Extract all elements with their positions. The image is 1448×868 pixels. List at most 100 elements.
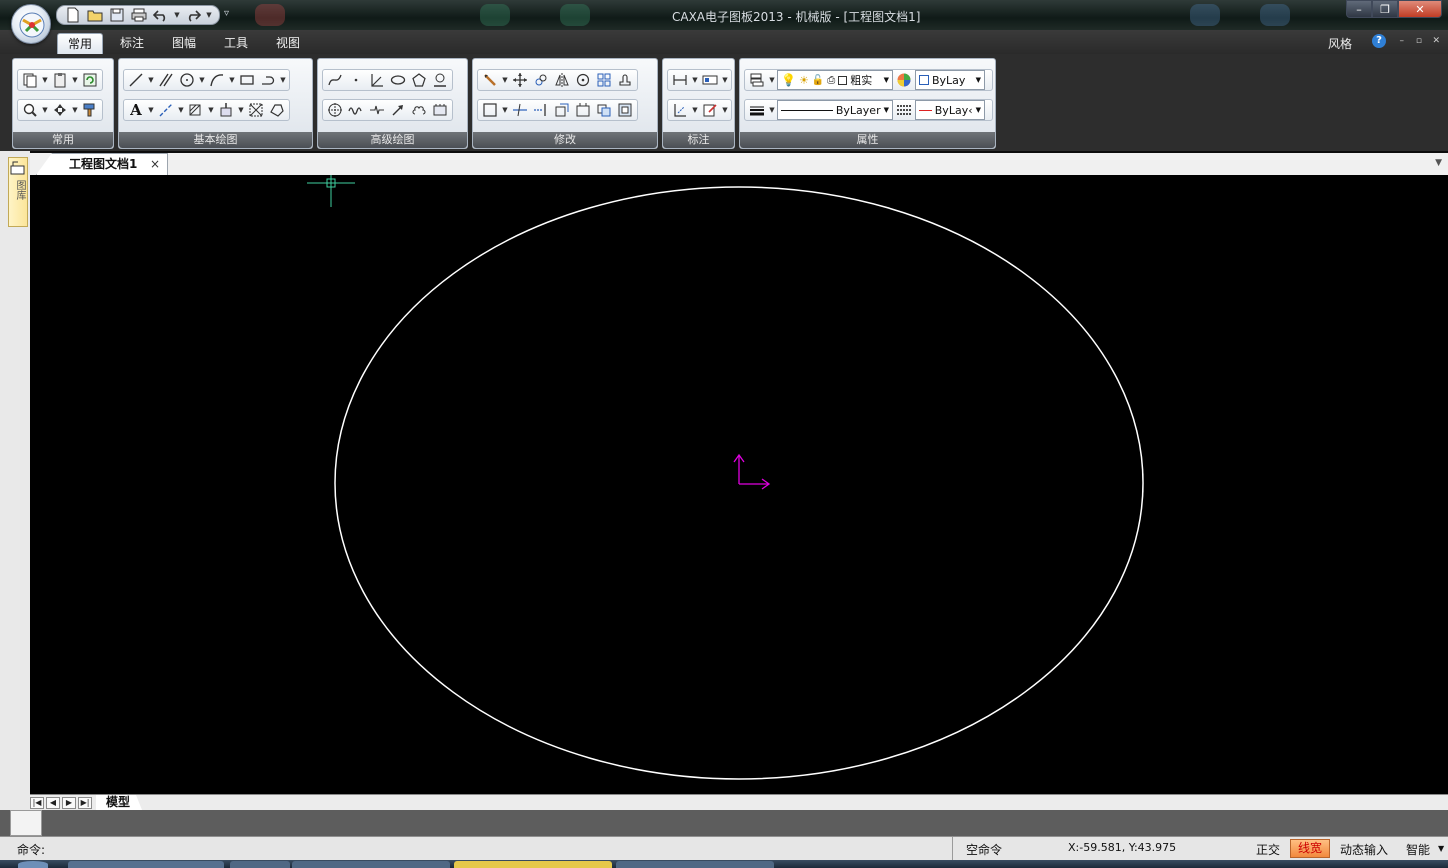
dropdown-arrow[interactable]: ▼ xyxy=(71,70,79,90)
taskbar-item[interactable] xyxy=(230,861,290,868)
start-button[interactable] xyxy=(18,861,48,868)
new-file-icon[interactable] xyxy=(63,6,83,24)
centerline-circle-icon[interactable] xyxy=(325,100,345,120)
dynamic-input-toggle[interactable]: 动态输入 xyxy=(1340,841,1388,858)
scale-icon[interactable] xyxy=(552,100,572,120)
format-painter-icon[interactable] xyxy=(80,100,100,120)
ribbon-minimize-button[interactable]: – xyxy=(1400,36,1405,46)
close-button[interactable]: ✕ xyxy=(1398,0,1442,18)
ortho-toggle[interactable]: 正交 xyxy=(1256,841,1280,858)
redo-icon[interactable] xyxy=(183,6,203,24)
spline-icon[interactable] xyxy=(325,70,345,90)
dropdown-arrow[interactable]: ▼ xyxy=(691,100,699,120)
offset-icon[interactable] xyxy=(594,100,614,120)
dropdown-arrow[interactable]: ▼ xyxy=(147,70,155,90)
pan-icon[interactable] xyxy=(50,100,70,120)
dropdown-arrow[interactable]: ▼ xyxy=(177,100,185,120)
hole-shaft-icon[interactable] xyxy=(430,70,450,90)
text-icon[interactable]: A xyxy=(126,100,146,120)
mirror-icon[interactable] xyxy=(552,70,572,90)
style-menu[interactable]: 风格 xyxy=(1328,35,1352,52)
customize-quick-access-icon[interactable]: ▿ xyxy=(224,8,229,19)
line-icon[interactable] xyxy=(126,70,146,90)
regenerate-icon[interactable] xyxy=(80,70,100,90)
tab-common[interactable]: 常用 xyxy=(57,33,104,54)
previous-layout-button[interactable]: ◀ xyxy=(46,797,60,809)
point-grid-icon[interactable] xyxy=(246,100,266,120)
polyline-icon[interactable] xyxy=(258,70,278,90)
taskbar-item-active[interactable] xyxy=(454,861,612,868)
dropdown-arrow[interactable]: ▼ xyxy=(279,70,287,90)
text-annotation-icon[interactable] xyxy=(700,70,720,90)
parallel-line-icon[interactable] xyxy=(156,70,176,90)
dropdown-arrow[interactable]: ▼ xyxy=(768,70,776,90)
arrow-icon[interactable] xyxy=(388,100,408,120)
dropdown-arrow[interactable]: ▼ xyxy=(501,70,509,90)
explode-icon[interactable] xyxy=(615,100,635,120)
command-prompt[interactable]: 命令: xyxy=(17,841,45,858)
stretch-icon[interactable] xyxy=(573,100,593,120)
color-wheel-icon[interactable] xyxy=(894,70,914,90)
extend-icon[interactable] xyxy=(531,100,551,120)
rotate-icon[interactable] xyxy=(573,70,593,90)
color-combo[interactable]: ByLay ▼ xyxy=(915,70,985,90)
next-layout-button[interactable]: ▶ xyxy=(62,797,76,809)
dropdown-arrow[interactable]: ▼ xyxy=(721,70,729,90)
snap-dropdown-arrow-icon[interactable]: ▼ xyxy=(1438,844,1444,853)
edit-dimension-icon[interactable] xyxy=(700,100,720,120)
model-tab[interactable]: 模型 xyxy=(96,795,142,810)
dropdown-arrow[interactable]: ▼ xyxy=(721,100,729,120)
block-insert-icon[interactable] xyxy=(216,100,236,120)
first-layout-button[interactable]: |◀ xyxy=(30,797,44,809)
polygon-icon[interactable] xyxy=(409,70,429,90)
lineweight-icon[interactable] xyxy=(747,100,767,120)
erase-icon[interactable] xyxy=(480,70,500,90)
application-menu-button[interactable] xyxy=(11,4,51,44)
dropdown-arrow[interactable]: ▼ xyxy=(501,100,509,120)
wave-line-icon[interactable] xyxy=(346,100,366,120)
ribbon-restore-button[interactable]: ▫ xyxy=(1416,36,1422,46)
undo-dropdown[interactable]: ▼ xyxy=(173,6,181,24)
gear-tooth-icon[interactable] xyxy=(430,100,450,120)
last-layout-button[interactable]: ▶| xyxy=(78,797,92,809)
revision-cloud-icon[interactable] xyxy=(409,100,429,120)
document-tab[interactable]: 工程图文档1 xyxy=(36,153,169,175)
array-icon[interactable] xyxy=(594,70,614,90)
command-history-box[interactable] xyxy=(10,810,42,836)
print-icon[interactable] xyxy=(129,6,149,24)
ellipse-icon[interactable] xyxy=(388,70,408,90)
help-icon[interactable]: ? xyxy=(1372,34,1386,48)
undo-icon[interactable] xyxy=(151,6,171,24)
arc-icon[interactable] xyxy=(207,70,227,90)
dropdown-arrow[interactable]: ▼ xyxy=(198,70,206,90)
taskbar-item[interactable] xyxy=(292,861,450,868)
rectangle-icon[interactable] xyxy=(237,70,257,90)
maximize-button[interactable]: ❐ xyxy=(1372,0,1398,18)
tab-tools[interactable]: 工具 xyxy=(214,33,258,54)
dropdown-arrow[interactable]: ▼ xyxy=(691,70,699,90)
point-icon[interactable] xyxy=(346,70,366,90)
tab-drawing-frame[interactable]: 图幅 xyxy=(162,33,206,54)
dropdown-arrow[interactable]: ▼ xyxy=(228,70,236,90)
coordinate-dimension-icon[interactable] xyxy=(670,100,690,120)
document-list-arrow-icon[interactable]: ▼ xyxy=(1435,158,1442,168)
smart-snap-toggle[interactable]: 智能 xyxy=(1406,841,1430,858)
linetype-combo[interactable]: ByLayer ▼ xyxy=(777,100,893,120)
dropdown-arrow[interactable]: ▼ xyxy=(207,100,215,120)
linear-dimension-icon[interactable] xyxy=(670,70,690,90)
tab-dimension[interactable]: 标注 xyxy=(110,33,154,54)
line-color-combo[interactable]: ByLay‹ ▼ xyxy=(915,100,985,120)
angle-line-icon[interactable] xyxy=(367,70,387,90)
dropdown-arrow[interactable]: ▼ xyxy=(41,100,49,120)
zoom-icon[interactable] xyxy=(20,100,40,120)
clipboard-icon[interactable] xyxy=(50,70,70,90)
selection-box-icon[interactable] xyxy=(480,100,500,120)
move-icon[interactable] xyxy=(510,70,530,90)
break-line-icon[interactable] xyxy=(367,100,387,120)
circle-icon[interactable] xyxy=(177,70,197,90)
dropdown-arrow[interactable]: ▼ xyxy=(41,70,49,90)
tab-view[interactable]: 视图 xyxy=(266,33,310,54)
copy-paste-icon[interactable] xyxy=(20,70,40,90)
dropdown-arrow[interactable]: ▼ xyxy=(768,100,776,120)
save-icon[interactable] xyxy=(107,6,127,24)
